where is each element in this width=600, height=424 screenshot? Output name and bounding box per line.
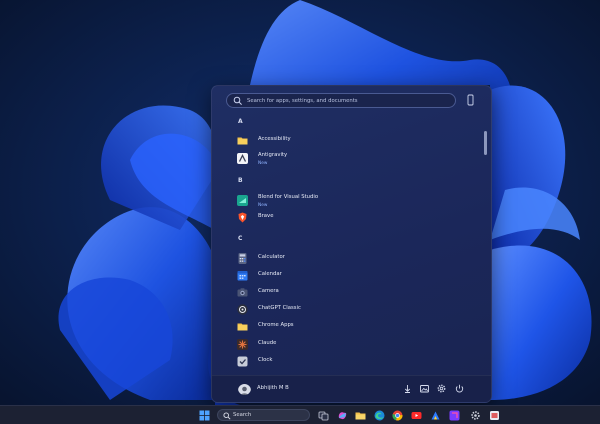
power-icon[interactable] xyxy=(454,383,465,394)
app-pin-icon-2[interactable] xyxy=(449,410,460,421)
app-brave[interactable]: Brave xyxy=(237,212,457,226)
file-explorer-icon[interactable] xyxy=(355,410,366,421)
app-clock[interactable]: Clock xyxy=(237,356,457,370)
app-claude[interactable]: Claude xyxy=(237,339,457,353)
app-antigravity[interactable]: Antigravity New xyxy=(237,152,457,167)
all-apps-list[interactable]: A Accessibility Antigravity New B Blend … xyxy=(212,114,482,374)
new-badge: New xyxy=(258,160,268,166)
settings-gear-icon[interactable] xyxy=(470,410,481,421)
app-name: Camera xyxy=(258,288,279,294)
app-name: Brave xyxy=(258,213,274,219)
chrome-browser-icon[interactable] xyxy=(392,410,403,421)
app-camera[interactable]: Camera xyxy=(237,287,457,301)
section-letter-b[interactable]: B xyxy=(238,177,243,184)
app-name: ChatGPT Classic xyxy=(258,305,301,311)
windows-start-icon[interactable] xyxy=(199,410,210,421)
clock-icon xyxy=(237,356,248,367)
app-name: Calendar xyxy=(258,271,282,277)
app-name: Claude xyxy=(258,340,277,346)
taskbar-search[interactable]: Search xyxy=(217,409,310,421)
app-name: Accessibility xyxy=(258,136,291,142)
start-menu: A Accessibility Antigravity New B Blend … xyxy=(211,85,492,403)
chatgpt-icon xyxy=(237,304,248,315)
app-chatgpt-classic[interactable]: ChatGPT Classic xyxy=(237,304,457,318)
search-icon xyxy=(223,411,231,420)
search-icon xyxy=(233,96,242,105)
app-name: Clock xyxy=(258,357,273,363)
folder-icon xyxy=(237,323,248,331)
app-name: Calculator xyxy=(258,254,285,260)
folder-icon xyxy=(237,137,248,145)
start-footer: Abhijith M B xyxy=(212,375,491,402)
start-search-box[interactable] xyxy=(226,93,456,108)
phone-link-icon[interactable] xyxy=(466,94,475,106)
app-blend-for-visual-studio[interactable]: Blend for Visual Studio New xyxy=(237,194,457,209)
edge-browser-icon[interactable] xyxy=(374,410,385,421)
app-accessibility[interactable]: Accessibility xyxy=(237,135,457,149)
app-name: Antigravity xyxy=(258,152,288,158)
app-pin-icon-3[interactable] xyxy=(489,410,500,421)
app-pin-icon[interactable] xyxy=(430,410,441,421)
apps-scrollbar[interactable] xyxy=(484,131,487,155)
search-input[interactable] xyxy=(247,95,447,106)
user-name[interactable]: Abhijith M B xyxy=(257,385,289,391)
app-name: Chrome Apps xyxy=(258,322,294,328)
app-chrome-apps[interactable]: Chrome Apps xyxy=(237,321,457,335)
taskbar-search-label: Search xyxy=(233,412,252,418)
task-view-icon[interactable] xyxy=(318,410,329,421)
copilot-icon[interactable] xyxy=(337,410,348,421)
avatar[interactable] xyxy=(238,382,251,395)
section-letter-a[interactable]: A xyxy=(238,118,243,125)
new-badge: New xyxy=(258,202,268,208)
settings-gear-icon[interactable] xyxy=(436,383,447,394)
calculator-icon xyxy=(238,253,247,264)
app-calendar[interactable]: Calendar xyxy=(237,270,457,284)
claude-icon xyxy=(237,339,248,350)
youtube-icon[interactable] xyxy=(411,410,422,421)
antigravity-icon xyxy=(237,153,248,164)
app-calculator[interactable]: Calculator xyxy=(237,253,457,267)
section-letter-c[interactable]: C xyxy=(238,235,242,242)
downloads-icon[interactable] xyxy=(402,383,413,394)
brave-icon xyxy=(238,212,247,223)
camera-icon xyxy=(237,288,248,297)
calendar-icon xyxy=(237,271,248,281)
taskbar: Search xyxy=(0,405,600,424)
blend-icon xyxy=(237,195,248,206)
pictures-icon[interactable] xyxy=(419,383,430,394)
app-name: Blend for Visual Studio xyxy=(258,194,319,200)
